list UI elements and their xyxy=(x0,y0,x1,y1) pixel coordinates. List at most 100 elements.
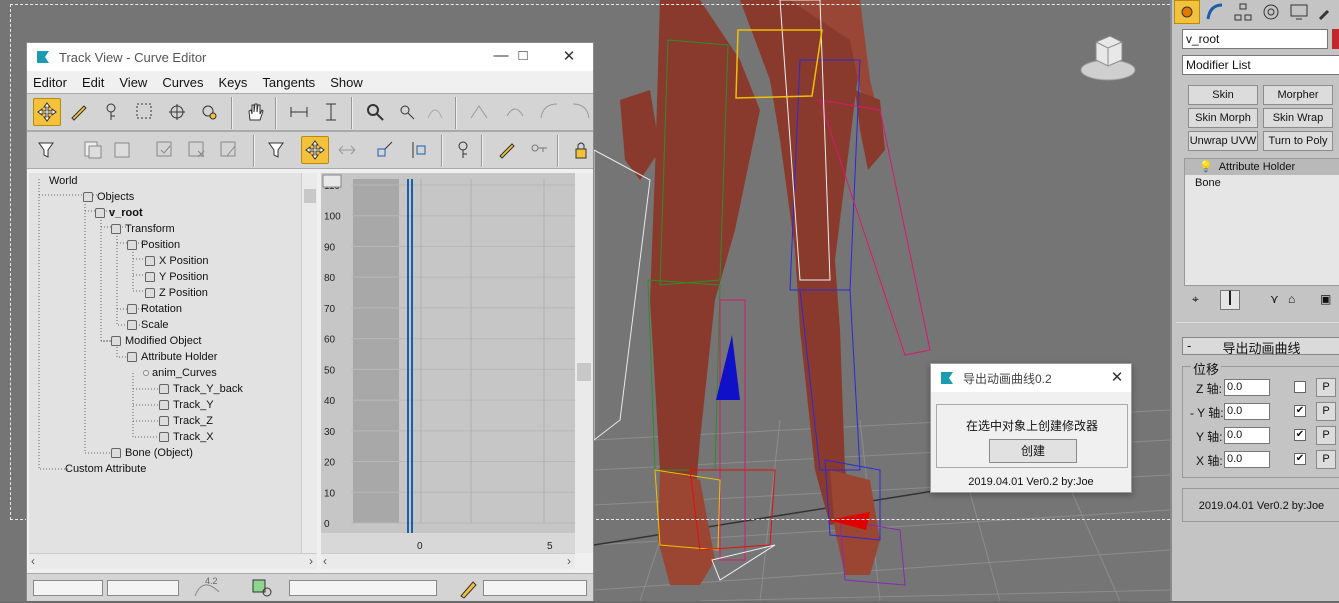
lock-icon[interactable] xyxy=(127,304,137,314)
axis-z-p-button[interactable]: P xyxy=(1316,378,1336,397)
stack-item-bone[interactable]: Bone xyxy=(1185,175,1339,191)
tree-vertical-scrollbar[interactable] xyxy=(301,173,317,553)
reduce-keys-icon[interactable] xyxy=(525,136,553,164)
utilities-tab-icon[interactable] xyxy=(1314,0,1339,24)
tree-item[interactable]: Rotation xyxy=(127,301,182,317)
skin-wrap-button[interactable]: Skin Wrap xyxy=(1263,108,1333,128)
close-button[interactable]: ✕ xyxy=(555,47,583,67)
lightbulb-icon[interactable]: 💡 xyxy=(1199,161,1213,173)
lock-icon[interactable] xyxy=(127,240,137,250)
show-end-result-icon[interactable]: ┃ xyxy=(1220,290,1240,310)
tree-item[interactable]: Track_X xyxy=(159,429,214,445)
remove-modifier-icon[interactable]: ⌂ xyxy=(1288,292,1295,306)
tree-item[interactable]: World xyxy=(49,173,78,189)
tree-item[interactable]: Bone (Object) xyxy=(111,445,193,461)
frame-horizontal-icon[interactable] xyxy=(285,98,313,126)
tree-item[interactable]: anim_Curves xyxy=(143,365,217,381)
tree-item[interactable]: Y Position xyxy=(145,269,208,285)
object-color-swatch[interactable] xyxy=(1332,29,1339,49)
add-key-icon[interactable] xyxy=(99,98,127,126)
tangent-fast-icon[interactable] xyxy=(535,98,563,126)
zoom-region-icon[interactable] xyxy=(393,98,421,126)
filters-2-icon[interactable] xyxy=(263,136,291,164)
menu-keys[interactable]: Keys xyxy=(219,75,248,90)
create-button[interactable]: 创建 xyxy=(989,439,1077,463)
maximize-button[interactable]: □ xyxy=(509,47,537,67)
viewcube-icon[interactable] xyxy=(1080,28,1136,84)
tree-item[interactable]: Track_Z xyxy=(159,413,213,429)
lock-icon[interactable] xyxy=(83,192,93,202)
menu-edit[interactable]: Edit xyxy=(82,75,104,90)
lock-icon[interactable] xyxy=(159,384,169,394)
axis-x-checkbox[interactable]: ✔ xyxy=(1294,453,1306,465)
graph-horizontal-scrollbar[interactable]: ‹ › xyxy=(321,553,575,569)
frame-field[interactable] xyxy=(33,580,103,596)
curve-graph[interactable]: 110100908070605040302010005 xyxy=(321,173,575,553)
isolate-curve-icon[interactable] xyxy=(421,98,449,126)
draw-curves-2-icon[interactable] xyxy=(493,136,521,164)
scale-keys-icon[interactable] xyxy=(371,136,399,164)
tree-item[interactable]: Track_Y_back xyxy=(159,381,243,397)
lock-icon[interactable] xyxy=(159,432,169,442)
scale-values-icon[interactable] xyxy=(405,136,433,164)
move-keys-icon[interactable] xyxy=(33,98,61,126)
axis-y-checkbox[interactable]: ✔ xyxy=(1294,429,1306,441)
lock-icon[interactable] xyxy=(127,352,137,362)
modifier-list-dropdown[interactable]: Modifier List xyxy=(1182,55,1339,75)
show-selected-icon[interactable] xyxy=(251,578,273,598)
axis-y-spinner[interactable]: 0.0 xyxy=(1224,427,1270,444)
axis-z-spinner[interactable]: 0.0 xyxy=(1224,379,1270,396)
menu-editor[interactable]: Editor xyxy=(33,75,67,90)
retime-icon[interactable] xyxy=(163,98,191,126)
export-curves-rollout-header[interactable]: - 导出动画曲线 xyxy=(1182,337,1339,356)
lock-icon[interactable] xyxy=(111,448,121,458)
lock-icon[interactable] xyxy=(127,320,137,330)
lock-icon[interactable] xyxy=(111,224,121,234)
menu-view[interactable]: View xyxy=(119,75,147,90)
tree-item[interactable]: Transform xyxy=(111,221,175,237)
lock-icon[interactable] xyxy=(111,336,121,346)
selected-track-field[interactable] xyxy=(289,580,437,596)
create-tab-icon[interactable] xyxy=(1174,0,1200,24)
tangent-slow-icon[interactable] xyxy=(567,98,593,126)
region-select-icon[interactable] xyxy=(131,98,159,126)
tree-item[interactable]: Attribute Holder xyxy=(127,349,217,365)
axis-neg-y-p-button[interactable]: P xyxy=(1316,402,1336,421)
lock-selection-icon[interactable] xyxy=(567,136,593,164)
lock-icon[interactable] xyxy=(159,400,169,410)
axis-neg-y-spinner[interactable]: 0.0 xyxy=(1224,403,1270,420)
lock-icon[interactable] xyxy=(145,288,155,298)
move-keys-2-icon[interactable] xyxy=(301,136,329,164)
value-field[interactable] xyxy=(107,580,179,596)
tree-item[interactable]: v_root xyxy=(95,205,143,221)
tree-item[interactable]: Z Position xyxy=(145,285,208,301)
turn-to-poly-button[interactable]: Turn to Poly xyxy=(1263,131,1333,151)
retime-all-icon[interactable] xyxy=(195,98,223,126)
morpher-button[interactable]: Morpher xyxy=(1263,85,1333,105)
tree-horizontal-scrollbar[interactable]: ‹ › xyxy=(29,553,317,569)
tangent-custom-icon[interactable] xyxy=(501,98,529,126)
modify-tab-icon[interactable] xyxy=(1202,0,1228,24)
axis-neg-y-checkbox[interactable]: ✔ xyxy=(1294,405,1306,417)
lock-icon[interactable] xyxy=(145,256,155,266)
tree-item[interactable]: Track_Y xyxy=(159,397,214,413)
motion-tab-icon[interactable] xyxy=(1258,0,1284,24)
tree-item[interactable]: Scale xyxy=(127,317,169,333)
draw-curves-icon[interactable] xyxy=(65,98,93,126)
pin-stack-icon[interactable]: ⌖ xyxy=(1192,292,1199,307)
tree-item[interactable]: Modified Object xyxy=(111,333,201,349)
modifier-stack[interactable]: 💡 Attribute Holder Bone xyxy=(1184,158,1339,286)
pan-hand-icon[interactable] xyxy=(241,98,269,126)
expression-field[interactable] xyxy=(483,580,587,596)
edit-controller-icon[interactable] xyxy=(215,136,243,164)
controller-tree[interactable]: World Objects v_root Transform Position X Pos… xyxy=(29,173,317,553)
add-key-2-icon[interactable] xyxy=(451,136,479,164)
axis-x-p-button[interactable]: P xyxy=(1316,450,1336,469)
tree-item[interactable]: Position xyxy=(127,237,180,253)
axis-y-p-button[interactable]: P xyxy=(1316,426,1336,445)
menu-tangents[interactable]: Tangents xyxy=(262,75,315,90)
tree-item[interactable]: Objects xyxy=(83,189,134,205)
unwrap-uvw-button[interactable]: Unwrap UVW xyxy=(1188,131,1258,151)
tree-item[interactable]: X Position xyxy=(145,253,209,269)
display-tab-icon[interactable] xyxy=(1286,0,1312,24)
